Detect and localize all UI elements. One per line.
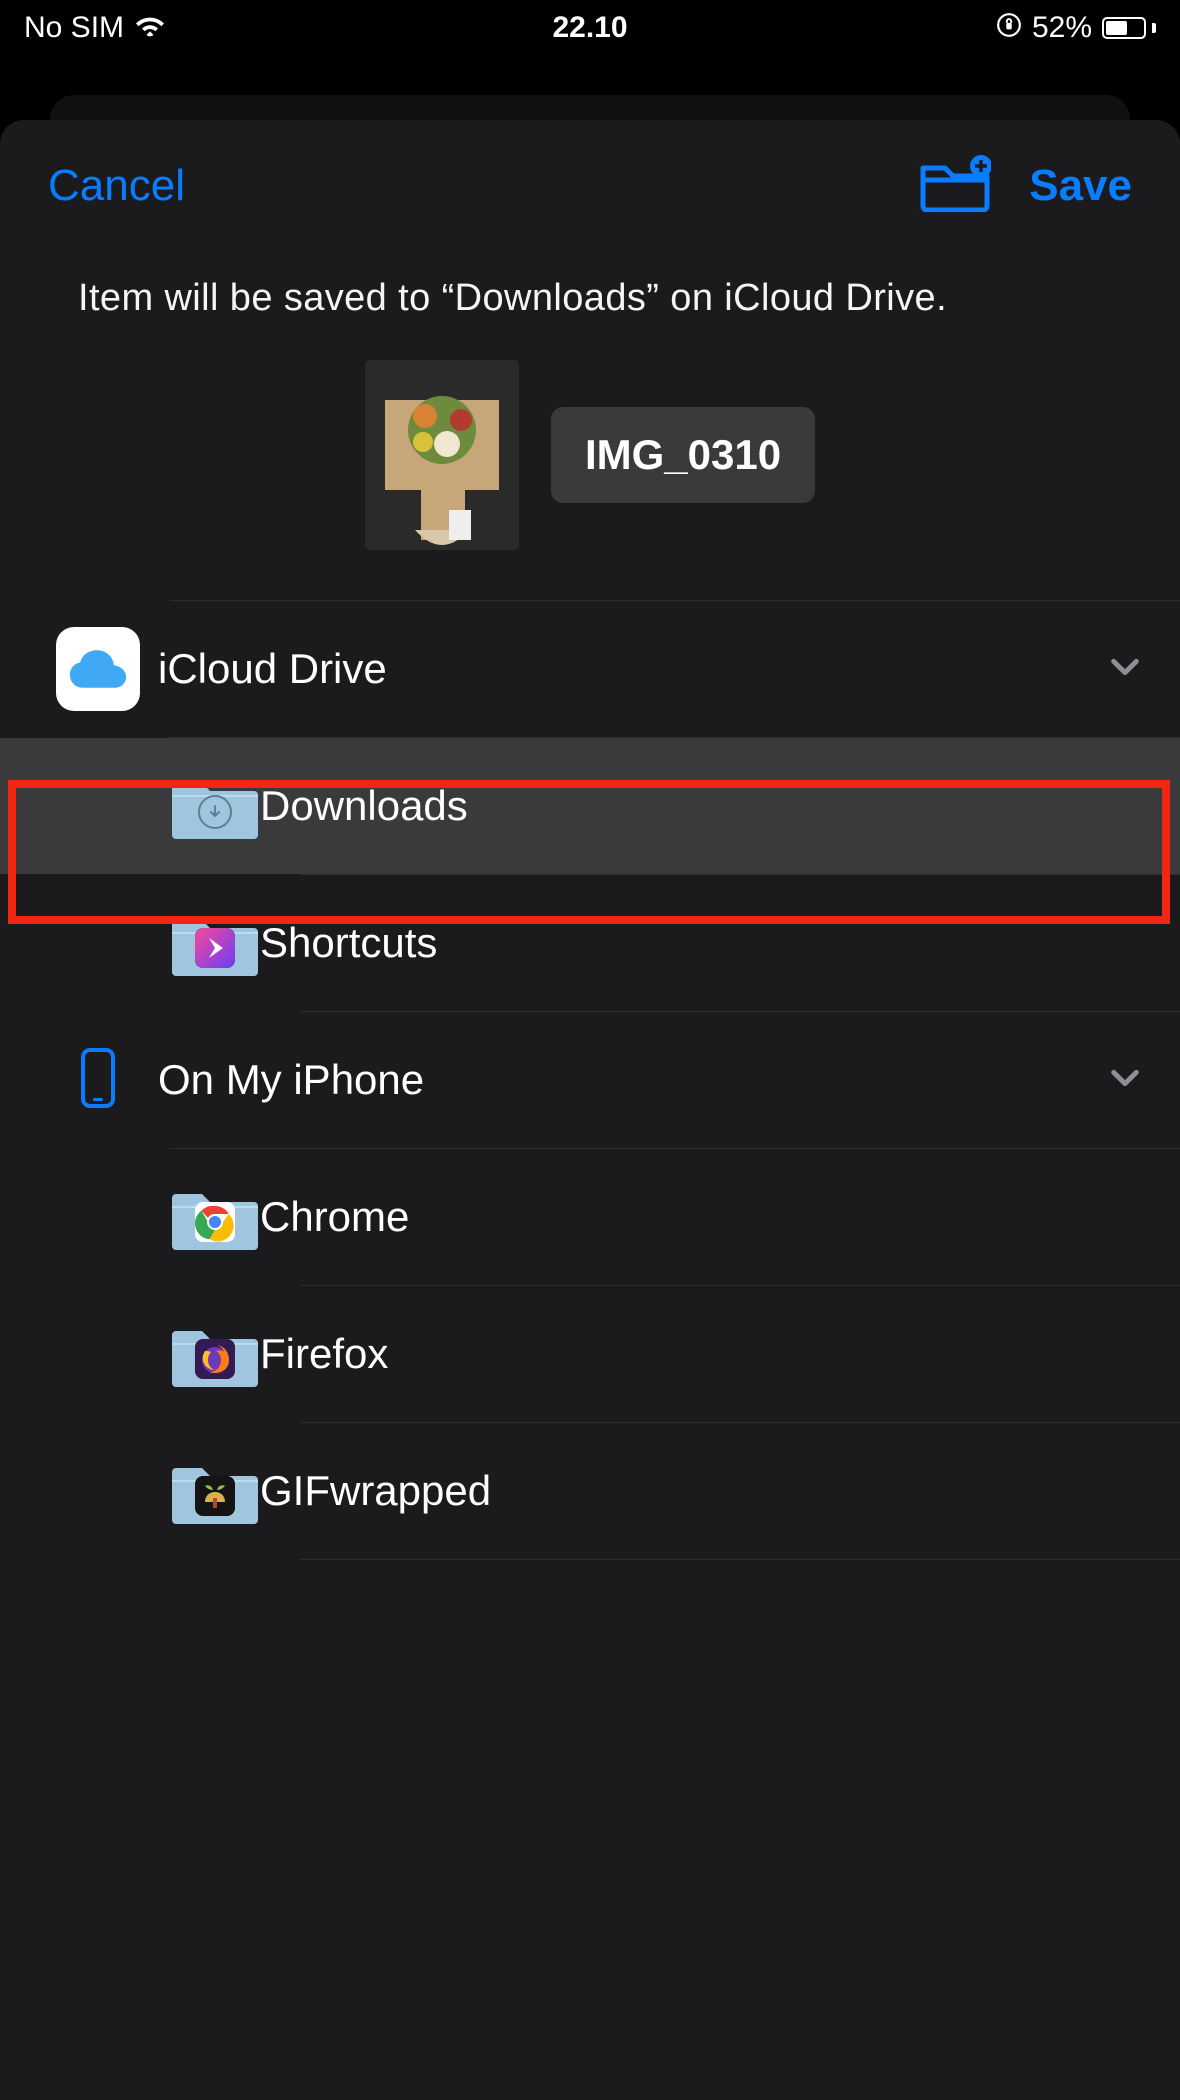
folder-icon (172, 773, 258, 839)
filename-field[interactable]: IMG_0310 (551, 407, 815, 503)
folder-firefox[interactable]: Firefox (0, 1286, 1180, 1422)
folder-label: Firefox (260, 1330, 388, 1378)
save-sheet: Cancel Save Item will be saved to “Downl… (0, 120, 1180, 2100)
shortcuts-app-icon (195, 928, 235, 968)
sheet-header: Cancel Save (0, 154, 1180, 217)
wifi-icon (134, 11, 166, 45)
orientation-lock-icon (996, 12, 1022, 44)
folder-chrome[interactable]: Chrome (0, 1149, 1180, 1285)
chevron-down-icon (1108, 1061, 1142, 1100)
file-preview: IMG_0310 (0, 360, 1180, 594)
folder-label: Shortcuts (260, 919, 437, 967)
battery-pct-label: 52% (1032, 11, 1092, 45)
location-list: iCloud Drive Downloads (0, 600, 1180, 1560)
location-label: On My iPhone (158, 1056, 424, 1104)
save-destination-text: Item will be saved to “Downloads” on iCl… (0, 217, 1180, 360)
folder-label: Chrome (260, 1193, 409, 1241)
location-on-my-iphone[interactable]: On My iPhone (0, 1012, 1180, 1148)
clock-label: 22.10 (552, 11, 627, 45)
status-bar: No SIM 22.10 52% (0, 0, 1180, 55)
folder-gifwrapped[interactable]: GIFwrapped (0, 1423, 1180, 1559)
folder-label: GIFwrapped (260, 1467, 491, 1515)
folder-icon (172, 910, 258, 976)
file-thumbnail (365, 360, 519, 550)
chrome-app-icon (195, 1202, 235, 1242)
location-icloud-drive[interactable]: iCloud Drive (0, 601, 1180, 737)
firefox-app-icon (195, 1339, 235, 1379)
cancel-button[interactable]: Cancel (48, 161, 185, 211)
location-label: iCloud Drive (158, 645, 387, 693)
icloud-icon (56, 627, 140, 711)
chevron-down-icon (1108, 650, 1142, 689)
new-folder-icon[interactable] (919, 154, 991, 217)
download-arrow-icon (198, 795, 232, 829)
folder-downloads[interactable]: Downloads (0, 738, 1180, 874)
iphone-icon (80, 1048, 116, 1113)
gifwrapped-app-icon (195, 1476, 235, 1516)
folder-icon (172, 1184, 258, 1250)
folder-shortcuts[interactable]: Shortcuts (0, 875, 1180, 1011)
folder-icon (172, 1321, 258, 1387)
folder-icon (172, 1458, 258, 1524)
folder-label: Downloads (260, 782, 468, 830)
carrier-label: No SIM (24, 11, 124, 45)
save-button[interactable]: Save (1029, 161, 1132, 211)
battery-icon (1102, 17, 1156, 39)
